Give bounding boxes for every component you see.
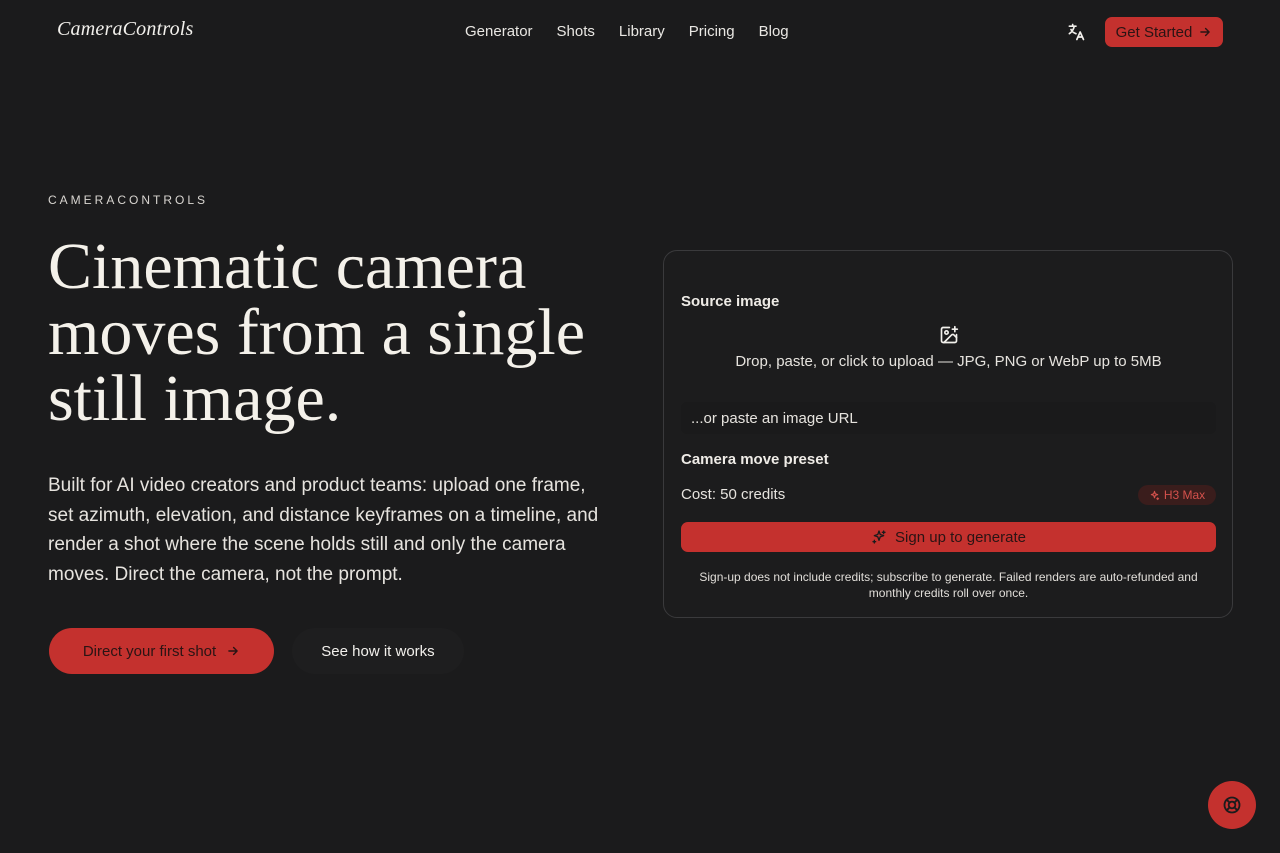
sparkles-icon: [872, 530, 886, 544]
sign-up-generate-button[interactable]: Sign up to generate: [681, 522, 1216, 552]
translate-icon[interactable]: [1066, 22, 1086, 42]
fineprint: Sign-up does not include credits; subscr…: [699, 570, 1198, 600]
image-url-input[interactable]: [681, 402, 1216, 434]
get-started-label: Get Started: [1115, 23, 1193, 41]
lifebuoy-icon: [1223, 796, 1241, 814]
image-plus-icon: [940, 325, 958, 344]
hero-subcopy: Built for AI video creators and product …: [48, 475, 599, 585]
source-image-label: Source image: [681, 293, 780, 310]
upload-instructions: Drop, paste, or click to upload — JPG, P…: [735, 353, 1162, 370]
cta-primary-label: Direct your first shot: [82, 642, 217, 660]
nav-pricing[interactable]: Pricing: [689, 22, 735, 42]
nav-library[interactable]: Library: [619, 22, 665, 42]
generator-card: Source image Drop, paste, or click to up…: [663, 250, 1233, 618]
hero-headline: Cinematic camera moves from a single sti…: [48, 230, 586, 435]
nav-generator[interactable]: Generator: [465, 22, 533, 42]
get-started-button[interactable]: Get Started: [1105, 17, 1223, 47]
cta-secondary-label: See how it works: [321, 642, 435, 660]
see-how-it-works-button[interactable]: See how it works: [292, 628, 464, 674]
generate-label: Sign up to generate: [895, 528, 1026, 546]
direct-first-shot-button[interactable]: Direct your first shot: [49, 628, 274, 674]
model-badge: H3 Max: [1138, 485, 1216, 505]
upload-dropzone[interactable]: Drop, paste, or click to upload — JPG, P…: [681, 325, 1216, 381]
cost-label: Cost: 50 credits: [681, 486, 786, 503]
site-header: CameraControls Generator Shots Library P…: [0, 0, 1280, 64]
sparkles-icon: [1150, 490, 1160, 500]
model-badge-label: H3 Max: [1163, 488, 1206, 502]
camera-preset-label: Camera move preset: [681, 451, 829, 468]
logo[interactable]: CameraControls: [57, 18, 194, 41]
hero-eyebrow: CAMERACONTROLS: [48, 193, 209, 207]
help-button[interactable]: [1208, 781, 1256, 829]
nav-blog[interactable]: Blog: [759, 22, 789, 42]
arrow-right-icon: [228, 646, 238, 656]
nav-shots[interactable]: Shots: [557, 22, 595, 42]
main-nav: Generator Shots Library Pricing Blog: [465, 22, 813, 42]
arrow-right-icon: [1200, 27, 1211, 37]
